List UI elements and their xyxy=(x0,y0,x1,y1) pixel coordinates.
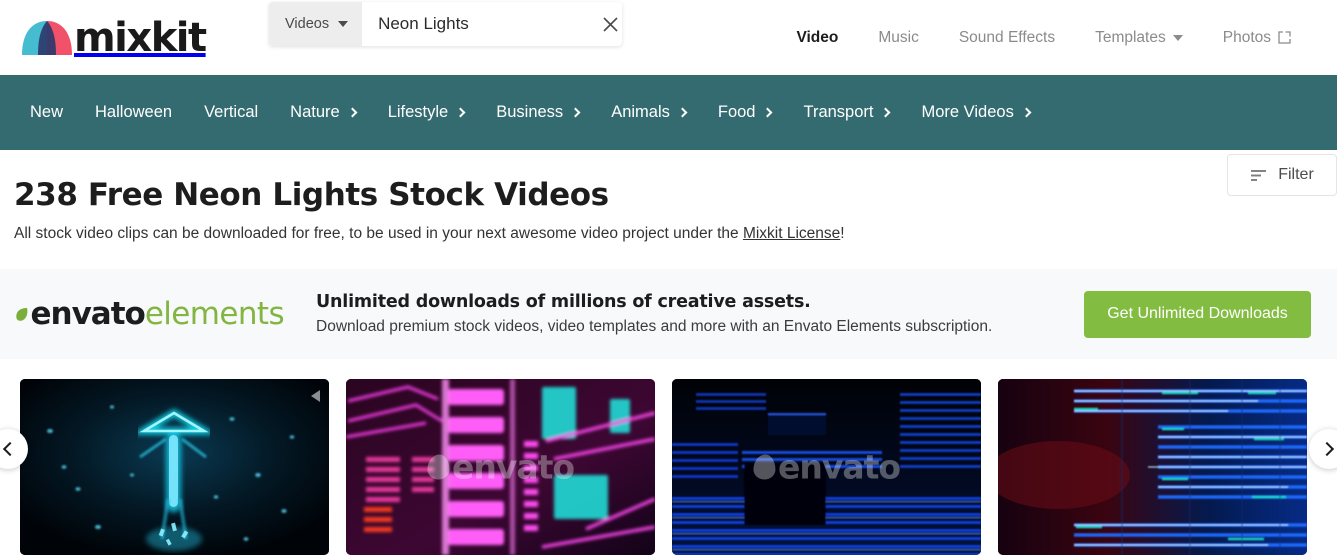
category-label: Transport xyxy=(803,103,874,121)
filter-button-label: Filter xyxy=(1278,166,1314,183)
category-nav: New Halloween Vertical Nature Lifestyle … xyxy=(0,75,1337,150)
page-header: 238 Free Neon Lights Stock Videos All st… xyxy=(0,150,1337,262)
category-label: Halloween xyxy=(95,103,173,121)
banner-copy: Unlimited downloads of millions of creat… xyxy=(316,292,992,336)
chevron-right-icon xyxy=(1319,441,1335,457)
leaf-icon xyxy=(16,308,28,321)
search-input[interactable] xyxy=(362,2,600,46)
category-label: Animals xyxy=(611,103,670,121)
play-badge-icon xyxy=(311,390,320,402)
filter-lines-icon xyxy=(1251,169,1267,181)
chevron-down-icon xyxy=(1172,34,1183,41)
nav-label: Music xyxy=(878,28,919,46)
mixkit-logo[interactable]: mixkit xyxy=(22,14,207,61)
mixkit-logo-mark xyxy=(22,20,72,55)
close-icon xyxy=(603,16,618,32)
category-label: Lifestyle xyxy=(387,103,449,121)
video-carousel: envato envato xyxy=(0,359,1337,555)
get-unlimited-downloads-button[interactable]: Get Unlimited Downloads xyxy=(1084,290,1311,338)
category-business[interactable]: Business xyxy=(480,103,595,122)
page-title: 238 Free Neon Lights Stock Videos xyxy=(14,177,609,213)
chevron-right-icon xyxy=(455,107,466,117)
nav-label: Templates xyxy=(1095,28,1166,46)
chevron-down-icon xyxy=(338,21,349,27)
nav-item-video[interactable]: Video xyxy=(776,29,858,47)
envato-wordmark: envato xyxy=(30,296,145,332)
chevron-right-icon xyxy=(763,107,773,117)
search-type-dropdown[interactable]: Videos xyxy=(269,2,363,46)
category-label: New xyxy=(30,103,64,121)
chevron-right-icon xyxy=(347,107,358,117)
external-link-icon xyxy=(1278,31,1291,44)
video-card[interactable] xyxy=(20,379,329,555)
video-card[interactable] xyxy=(998,379,1307,555)
category-food[interactable]: Food xyxy=(702,103,788,122)
mixkit-license-link[interactable]: Mixkit License xyxy=(743,225,840,242)
banner-heading: Unlimited downloads of millions of creat… xyxy=(316,292,811,312)
search-bar: Videos xyxy=(269,2,622,46)
video-card[interactable]: envato xyxy=(672,379,981,555)
category-new[interactable]: New xyxy=(14,103,79,122)
category-vertical[interactable]: Vertical xyxy=(188,103,274,122)
page-subtitle: All stock video clips can be downloaded … xyxy=(14,225,1311,243)
nav-label: Photos xyxy=(1222,28,1271,46)
subtitle-text-after: ! xyxy=(840,225,845,242)
elements-wordmark: elements xyxy=(144,296,285,332)
nav-item-photos[interactable]: Photos xyxy=(1203,29,1311,47)
envato-elements-banner: envato elements Unlimited downloads of m… xyxy=(0,269,1337,359)
category-label: Vertical xyxy=(204,103,259,121)
carousel-next-button[interactable] xyxy=(1309,429,1337,469)
video-card[interactable]: envato xyxy=(346,379,655,555)
chevron-right-icon xyxy=(1021,107,1032,117)
search-type-label: Videos xyxy=(285,16,330,32)
nav-item-sound-effects[interactable]: Sound Effects xyxy=(939,29,1075,47)
nav-item-music[interactable]: Music xyxy=(858,29,938,47)
category-nature[interactable]: Nature xyxy=(274,103,372,122)
category-more-videos[interactable]: More Videos xyxy=(905,103,1045,122)
video-thumbnail xyxy=(672,379,981,555)
category-label: Business xyxy=(496,103,564,121)
nav-item-templates[interactable]: Templates xyxy=(1075,29,1203,47)
chevron-right-icon xyxy=(677,107,688,117)
category-label: More Videos xyxy=(921,103,1014,121)
category-halloween[interactable]: Halloween xyxy=(79,103,188,122)
category-animals[interactable]: Animals xyxy=(595,103,702,122)
chevron-right-icon xyxy=(881,107,891,117)
subtitle-text-before: All stock video clips can be downloaded … xyxy=(14,225,743,242)
filter-button[interactable]: Filter xyxy=(1227,154,1337,196)
site-header: mixkit Videos Video Music Sound Effects … xyxy=(0,0,1337,75)
nav-label: Video xyxy=(796,28,839,46)
primary-nav: Video Music Sound Effects Templates Phot… xyxy=(776,0,1311,75)
video-thumbnail xyxy=(20,379,329,555)
video-thumbnail xyxy=(346,379,655,555)
mixkit-wordmark: mixkit xyxy=(74,14,207,61)
chevron-right-icon xyxy=(570,107,581,117)
category-label: Nature xyxy=(290,103,340,121)
category-transport[interactable]: Transport xyxy=(787,103,905,122)
banner-paragraph: Download premium stock videos, video tem… xyxy=(316,318,993,335)
video-thumbnail xyxy=(998,379,1307,555)
envato-elements-logo: envato elements xyxy=(14,296,285,332)
category-lifestyle[interactable]: Lifestyle xyxy=(372,103,481,122)
category-label: Food xyxy=(717,103,756,121)
search-clear-button[interactable] xyxy=(599,2,622,46)
nav-label: Sound Effects xyxy=(958,28,1056,46)
chevron-left-icon xyxy=(2,441,18,457)
